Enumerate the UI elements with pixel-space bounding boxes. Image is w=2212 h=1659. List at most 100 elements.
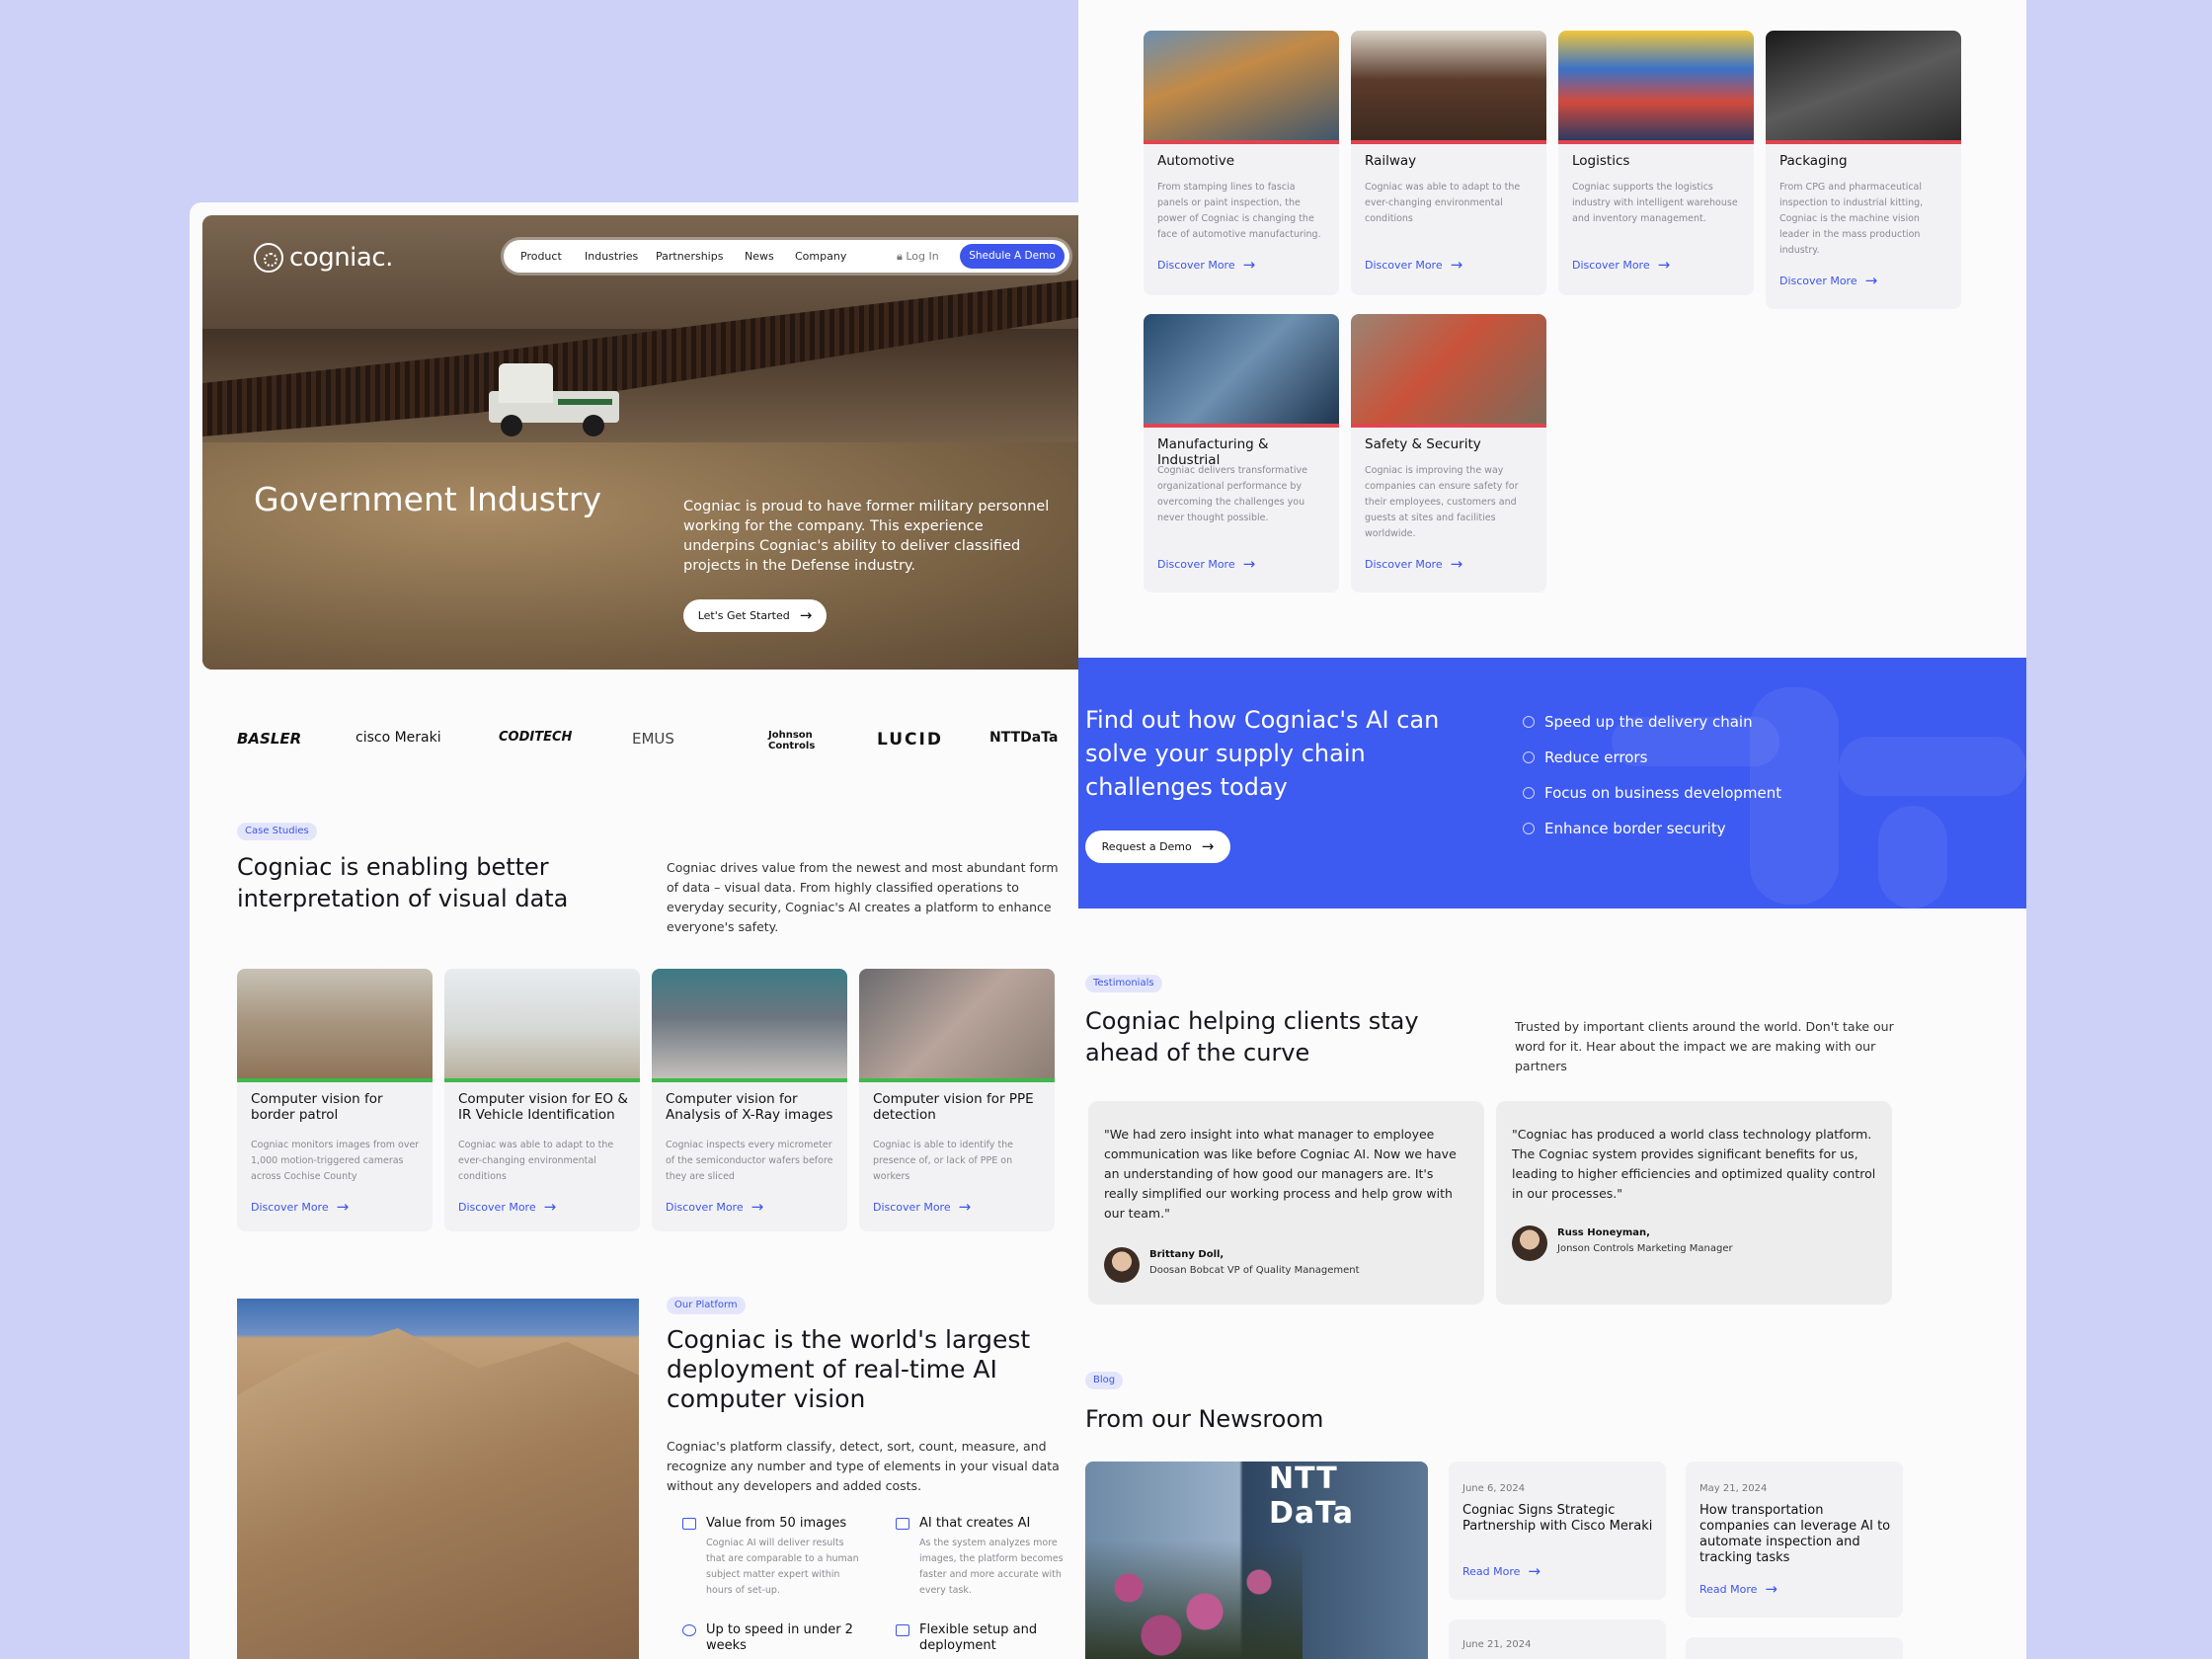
industry-card-railway[interactable]: Railway Cogniac was able to adapt to the… (1351, 31, 1546, 295)
platform-pill: Our Platform (667, 1297, 746, 1314)
nav-industries[interactable]: Industries (585, 250, 638, 263)
arrow-right-icon: → (1657, 256, 1671, 274)
card-accent-bar (652, 1078, 847, 1082)
discover-more-label: Discover More (666, 1201, 744, 1214)
arrow-right-icon: → (1528, 1562, 1540, 1580)
news-card[interactable]: June 6, 2024 Cogniac Signs Strategic Par… (1449, 1462, 1666, 1600)
cta-point-label: Speed up the delivery chain (1544, 713, 1753, 731)
ntt-data-building-image: NTT DaTa (1085, 1462, 1428, 1659)
discover-more-label: Discover More (251, 1201, 329, 1214)
schedule-demo-button[interactable]: Shedule A Demo (960, 244, 1065, 269)
feature-title: Up to speed in under 2 weeks (706, 1622, 853, 1653)
partner-logo-johnson-controls: Johnson Controls (768, 730, 816, 751)
case-card-vehicle-identification[interactable]: Computer vision for EO & IR Vehicle Iden… (444, 969, 640, 1231)
testimonials-pill: Testimonials (1085, 975, 1162, 992)
discover-more-link[interactable]: Discover More → (1157, 557, 1255, 572)
testimonial-quote: "We had zero insight into what manager t… (1104, 1127, 1457, 1221)
construction-workers-image (1351, 314, 1546, 424)
feature-ai-creates-ai: AI that creates AI As the system analyze… (896, 1516, 1083, 1596)
railway-bridge-image (1351, 31, 1546, 140)
news-card[interactable]: May 21, 2024 How transportation companie… (1686, 1462, 1903, 1618)
feature-title: Flexible setup and deployment (919, 1622, 1038, 1653)
cogniac-logo[interactable]: cogniac. (254, 243, 393, 273)
discover-more-link[interactable]: Discover More → (666, 1200, 763, 1215)
testimonials-title: Cogniac helping clients stay ahead of th… (1085, 1007, 1419, 1066)
news-card[interactable] (1686, 1637, 1903, 1659)
card-title: Safety & Security (1365, 436, 1481, 452)
hero-title: Government Industry (254, 480, 602, 518)
feature-title: Value from 50 images (706, 1516, 847, 1531)
cta-point: Speed up the delivery chain (1523, 713, 1753, 731)
cta-point-label: Reduce errors (1544, 749, 1648, 766)
request-demo-button[interactable]: Request a Demo → (1085, 830, 1230, 863)
industry-card-logistics[interactable]: Logistics Cogniac supports the logistics… (1558, 31, 1754, 295)
blog-title: From our Newsroom (1085, 1405, 1324, 1433)
news-date: June 21, 2024 (1462, 1639, 1532, 1650)
feature-description: As the system analyzes more images, the … (919, 1538, 1064, 1596)
card-description: Cogniac inspects every micrometer of the… (666, 1140, 833, 1182)
discover-more-link[interactable]: Discover More → (1365, 557, 1462, 572)
feature-title: AI that creates AI (919, 1516, 1031, 1531)
arrow-right-icon: → (1242, 256, 1256, 274)
case-card-ppe[interactable]: Computer vision for PPE detection Cognia… (859, 969, 1055, 1231)
arrow-right-icon: → (543, 1198, 557, 1216)
card-description: Cogniac is improving the way companies c… (1365, 465, 1519, 539)
industry-card-packaging[interactable]: Packaging From CPG and pharmaceutical in… (1766, 31, 1961, 309)
image-icon (682, 1518, 696, 1530)
card-description: Cogniac was able to adapt to the ever-ch… (458, 1140, 614, 1182)
nav-company[interactable]: Company (795, 250, 846, 263)
discover-more-link[interactable]: Discover More → (1157, 258, 1255, 273)
card-description: Cogniac monitors images from over 1,000 … (251, 1140, 420, 1182)
discover-more-link[interactable]: Discover More → (458, 1200, 556, 1215)
left-page-mockup: cogniac. Product Industries Partnerships… (190, 202, 1138, 1659)
login-link[interactable]: 🔒︎ Log In (897, 250, 939, 264)
packaging-machine-image (1766, 31, 1961, 140)
discover-more-link[interactable]: Discover More → (1572, 258, 1670, 273)
case-card-xray[interactable]: Computer vision for Analysis of X-Ray im… (652, 969, 847, 1231)
industry-card-automotive[interactable]: Automotive From stamping lines to fascia… (1144, 31, 1339, 295)
decorative-shape (1878, 806, 1947, 908)
read-more-label: Read More (1699, 1583, 1758, 1596)
card-description: From CPG and pharmaceutical inspection t… (1779, 182, 1924, 256)
card-title: Automotive (1157, 153, 1235, 169)
card-description: Cogniac supports the logistics industry … (1572, 182, 1738, 224)
testimonials-text: Trusted by important clients around the … (1515, 1019, 1894, 1073)
testimonial-name: Russ Honeyman, (1557, 1227, 1650, 1238)
card-title: Computer vision for Analysis of X-Ray im… (666, 1091, 833, 1123)
card-accent-bar (1558, 140, 1754, 144)
lock-icon: 🔒︎ (897, 250, 903, 263)
discover-more-link[interactable]: Discover More → (1365, 258, 1462, 273)
industry-card-safety[interactable]: Safety & Security Cogniac is improving t… (1351, 314, 1546, 592)
crowd-image (652, 969, 847, 1078)
discover-more-link[interactable]: Discover More → (251, 1200, 349, 1215)
read-more-link[interactable]: Read More → (1462, 1564, 1540, 1579)
industry-card-manufacturing[interactable]: Manufacturing & Industrial Cogniac deliv… (1144, 314, 1339, 592)
drone-image (237, 969, 433, 1078)
read-more-link[interactable]: Read More → (1699, 1582, 1778, 1597)
arrow-right-icon: → (1765, 1580, 1778, 1598)
nav-news[interactable]: News (745, 250, 774, 263)
avatar (1104, 1247, 1140, 1283)
nav-product[interactable]: Product (520, 250, 562, 263)
discover-more-label: Discover More (1779, 275, 1857, 287)
testimonial-role: Doosan Bobcat VP of Quality Management (1149, 1265, 1360, 1276)
partner-logo-coditech: CODITECH (499, 730, 573, 745)
news-card[interactable]: June 21, 2024 (1449, 1620, 1666, 1659)
case-card-border-patrol[interactable]: Computer vision for border patrol Cognia… (237, 969, 433, 1231)
logo-text: cogniac. (289, 243, 393, 273)
decorative-shape (1839, 737, 2026, 796)
check-circle-icon (1523, 716, 1535, 728)
military-drone-image (444, 969, 640, 1078)
case-studies-title: Cogniac is enabling better interpretatio… (237, 853, 569, 912)
nav-partnerships[interactable]: Partnerships (656, 250, 723, 263)
hero-text: Cogniac is proud to have former military… (683, 499, 1050, 574)
discover-more-link[interactable]: Discover More → (873, 1200, 971, 1215)
check-circle-icon (1523, 823, 1535, 834)
testimonial-card: "Cogniac has produced a world class tech… (1496, 1101, 1892, 1304)
get-started-button[interactable]: Let's Get Started → (683, 599, 827, 632)
card-title: Computer vision for PPE detection (873, 1091, 1034, 1123)
card-title: Railway (1365, 153, 1417, 169)
testimonial-quote: "Cogniac has produced a world class tech… (1512, 1127, 1876, 1201)
login-label: Log In (906, 250, 939, 263)
discover-more-link[interactable]: Discover More → (1779, 274, 1877, 288)
